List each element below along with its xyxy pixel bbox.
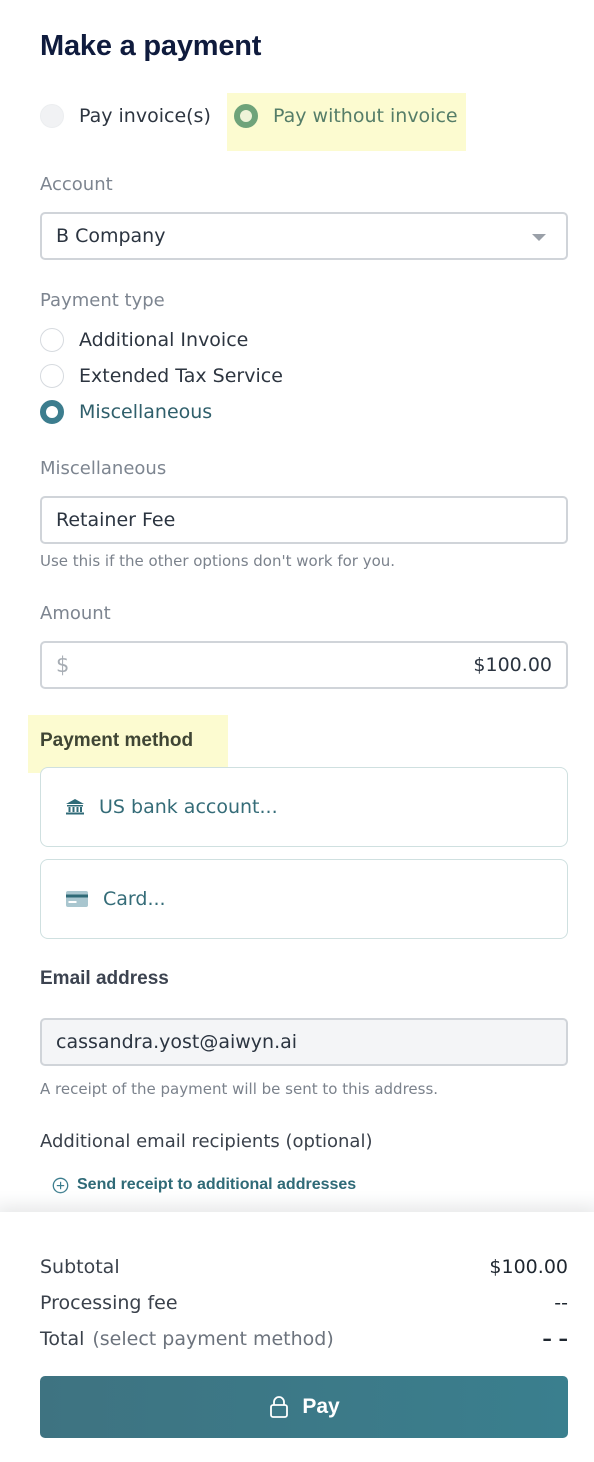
subtotal-row: Subtotal $100.00 bbox=[40, 1256, 568, 1278]
payment-method-us-bank-account[interactable]: US bank account... bbox=[40, 767, 568, 847]
email-label: Email address bbox=[40, 968, 169, 989]
miscellaneous-input-value: Retainer Fee bbox=[56, 509, 176, 531]
account-select-value: B Company bbox=[56, 225, 166, 247]
radio-label: Miscellaneous bbox=[79, 401, 213, 423]
radio-button[interactable] bbox=[40, 400, 64, 424]
processing-fee-label: Processing fee bbox=[40, 1292, 178, 1314]
pay-button[interactable]: Pay bbox=[40, 1376, 568, 1438]
email-field-value: cassandra.yost@aiwyn.ai bbox=[56, 1031, 298, 1053]
radio-button[interactable] bbox=[40, 104, 64, 128]
processing-fee-value: -- bbox=[554, 1292, 568, 1314]
total-label: Total bbox=[40, 1328, 85, 1350]
account-label: Account bbox=[40, 174, 113, 195]
subtotal-value: $100.00 bbox=[489, 1256, 568, 1278]
email-helper-text: A receipt of the payment will be sent to… bbox=[40, 1080, 439, 1098]
additional-recipients-label: Additional email recipients (optional) bbox=[40, 1131, 373, 1152]
radio-label: Pay without invoice bbox=[273, 105, 458, 127]
radio-button[interactable] bbox=[234, 104, 258, 128]
account-select[interactable]: B Company bbox=[40, 212, 568, 260]
radio-miscellaneous[interactable]: Miscellaneous bbox=[40, 400, 212, 424]
radio-extended-tax-service[interactable]: Extended Tax Service bbox=[40, 364, 283, 388]
radio-button[interactable] bbox=[40, 364, 64, 388]
payment-method-card[interactable]: Card... bbox=[40, 859, 568, 939]
payment-type-label: Payment type bbox=[40, 290, 165, 311]
total-row: Total (select payment method) – – bbox=[40, 1328, 568, 1350]
amount-input[interactable]: $ $100.00 bbox=[40, 641, 568, 689]
total-value: – – bbox=[542, 1328, 568, 1350]
lock-icon bbox=[268, 1395, 290, 1419]
payment-method-label: Payment method bbox=[40, 730, 194, 751]
page-title: Make a payment bbox=[40, 30, 262, 62]
dollar-icon: $ bbox=[56, 653, 70, 677]
credit-card-icon bbox=[65, 890, 89, 908]
total-note: (select payment method) bbox=[92, 1328, 334, 1350]
subtotal-label: Subtotal bbox=[40, 1256, 120, 1278]
payment-form: Make a payment Pay invoice(s) Pay withou… bbox=[0, 0, 594, 1462]
radio-pay-without-invoice[interactable]: Pay without invoice bbox=[234, 104, 458, 128]
processing-fee-row: Processing fee -- bbox=[40, 1292, 568, 1314]
radio-label: Additional Invoice bbox=[79, 329, 249, 351]
miscellaneous-label: Miscellaneous bbox=[40, 458, 167, 479]
miscellaneous-helper-text: Use this if the other options don't work… bbox=[40, 552, 396, 570]
radio-pay-invoices[interactable]: Pay invoice(s) bbox=[40, 104, 211, 128]
pay-button-label: Pay bbox=[302, 1395, 340, 1418]
radio-additional-invoice[interactable]: Additional Invoice bbox=[40, 328, 248, 352]
chevron-down-icon bbox=[532, 234, 546, 241]
bank-icon bbox=[65, 798, 85, 816]
amount-value: $100.00 bbox=[473, 654, 552, 676]
payment-method-label-text: US bank account... bbox=[99, 796, 278, 818]
miscellaneous-input[interactable]: Retainer Fee bbox=[40, 496, 568, 544]
payment-method-label-text: Card... bbox=[103, 888, 166, 910]
email-field[interactable]: cassandra.yost@aiwyn.ai bbox=[40, 1018, 568, 1066]
radio-label: Pay invoice(s) bbox=[79, 105, 211, 127]
amount-label: Amount bbox=[40, 603, 111, 624]
radio-button[interactable] bbox=[40, 328, 64, 352]
radio-label: Extended Tax Service bbox=[79, 365, 283, 387]
